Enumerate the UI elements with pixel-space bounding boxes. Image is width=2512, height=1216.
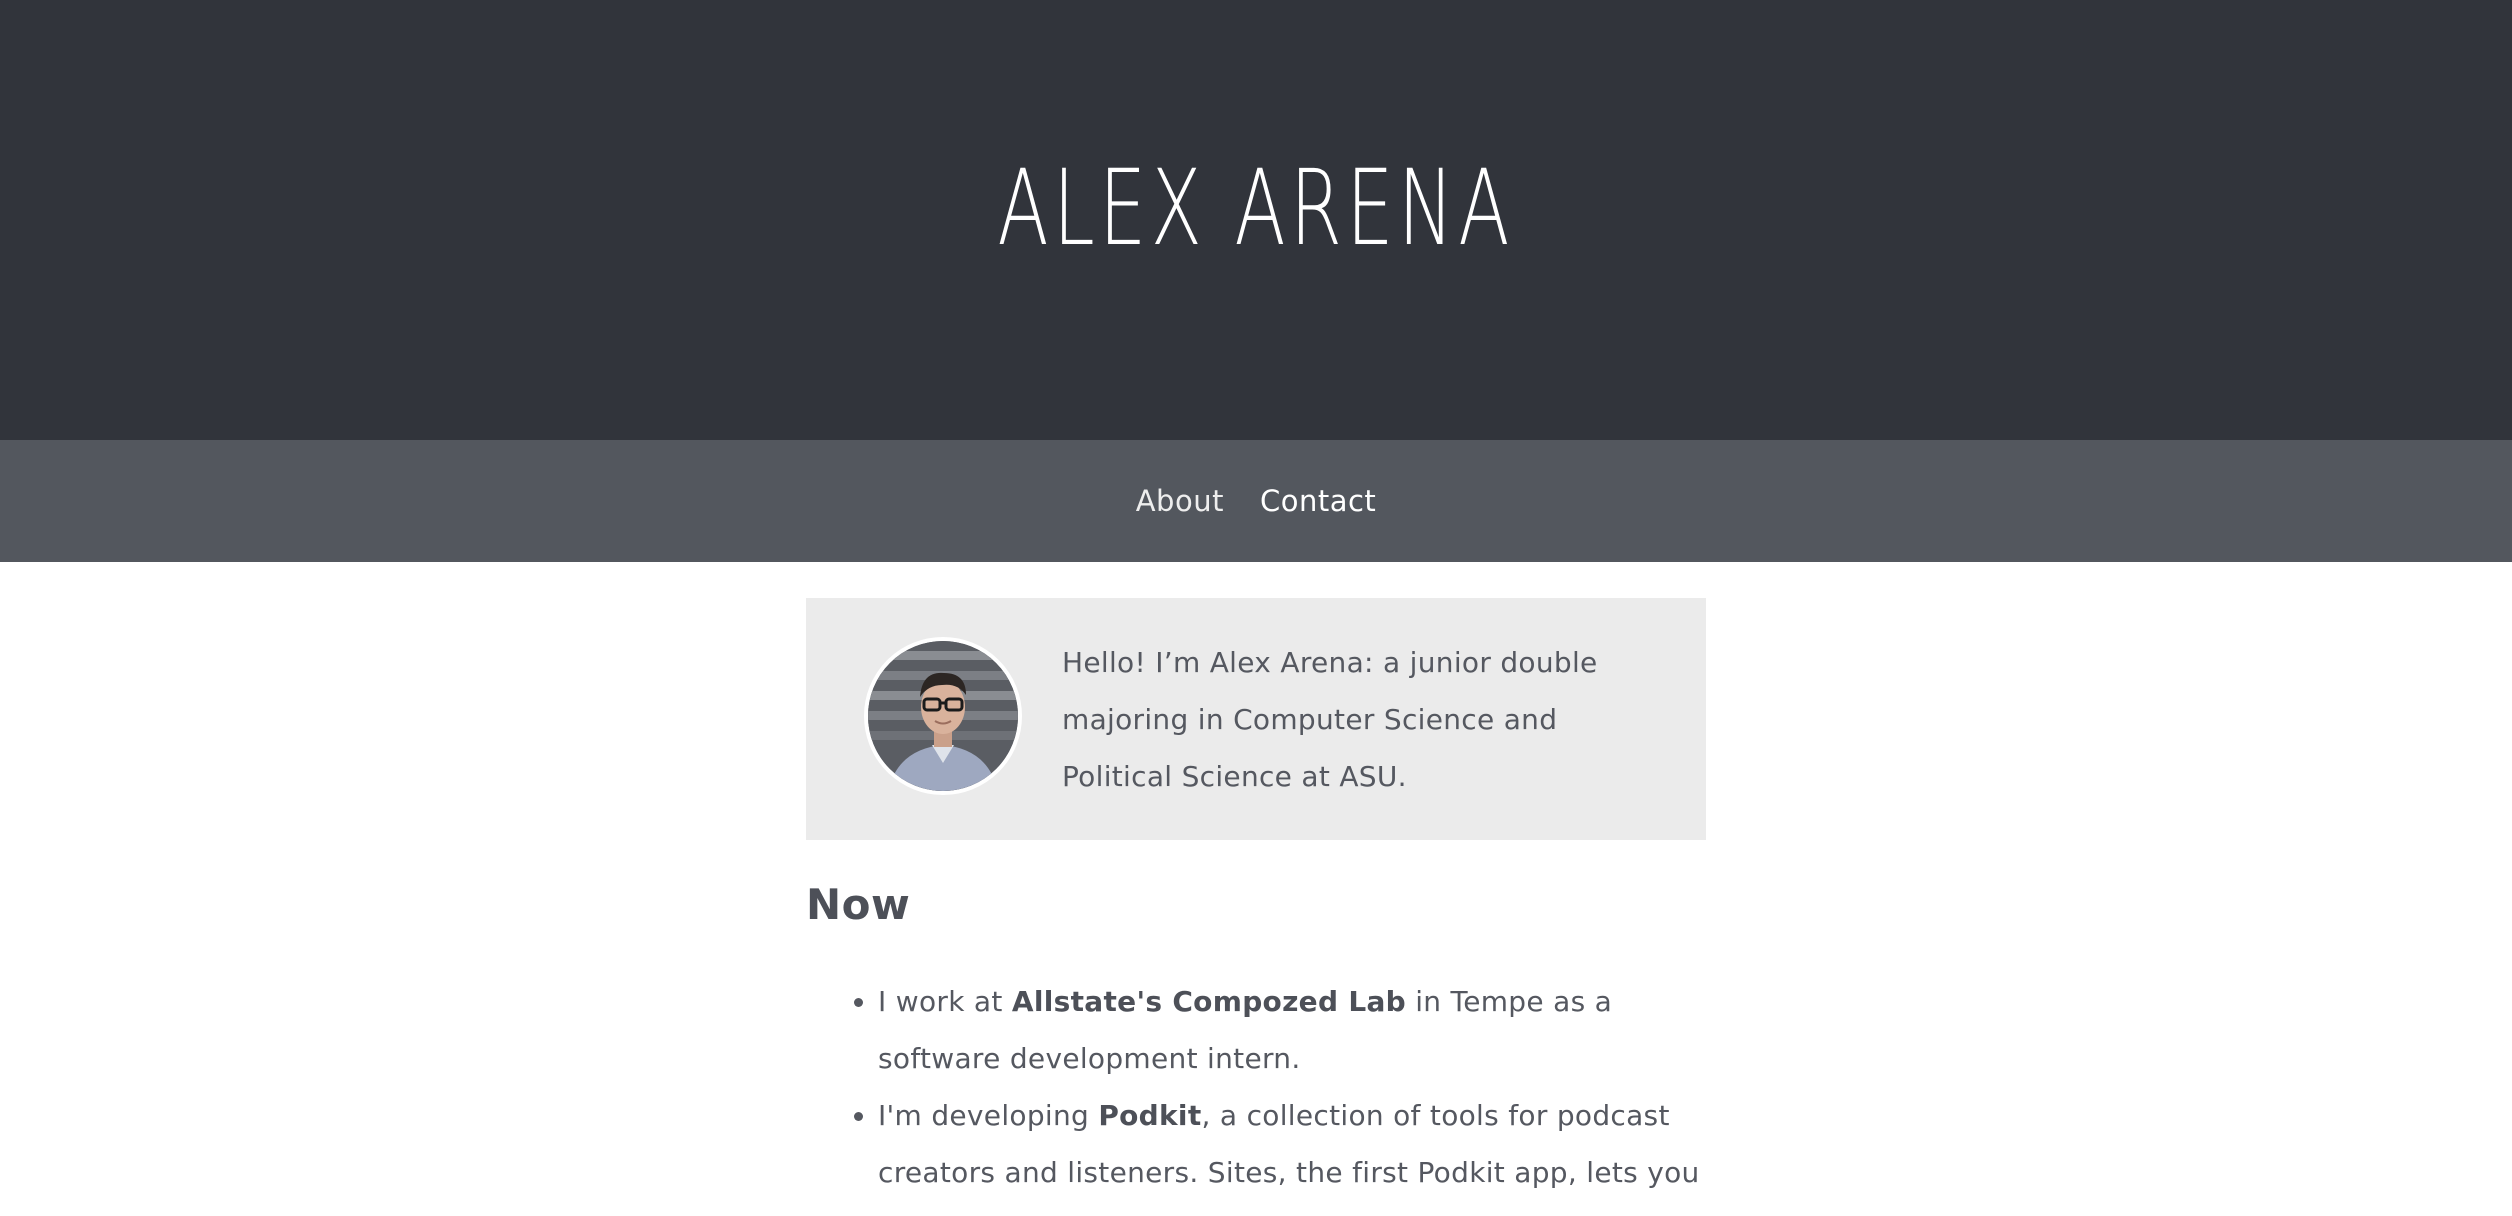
list-item-text: I work at	[878, 985, 1012, 1018]
list-item: I work at Allstate's Compozed Lab in Tem…	[878, 973, 1706, 1087]
avatar	[864, 637, 1022, 795]
intro-text: Hello! I’m Alex Arena: a junior double m…	[1062, 645, 1598, 793]
site-nav: About Contact	[0, 440, 2512, 562]
nav-link-about[interactable]: About	[1136, 484, 1224, 518]
now-list: I work at Allstate's Compozed Lab in Tem…	[806, 973, 1706, 1201]
avatar-photo-icon	[868, 641, 1018, 791]
list-item-bold: Podkit	[1098, 1099, 1202, 1132]
nav-link-contact[interactable]: Contact	[1260, 484, 1376, 518]
intro-card: Hello! I’m Alex Arena: a junior double m…	[806, 598, 1706, 840]
list-item-bold: Allstate's Compozed Lab	[1011, 985, 1407, 1018]
main-content: Hello! I’m Alex Arena: a junior double m…	[806, 562, 1706, 1201]
site-header: ALEX ARENA	[0, 0, 2512, 440]
list-item-text: I'm developing	[878, 1099, 1099, 1132]
list-item: I'm developing Podkit, a collection of t…	[878, 1087, 1706, 1201]
site-title[interactable]: ALEX ARENA	[998, 156, 1514, 260]
now-heading: Now	[806, 880, 911, 929]
